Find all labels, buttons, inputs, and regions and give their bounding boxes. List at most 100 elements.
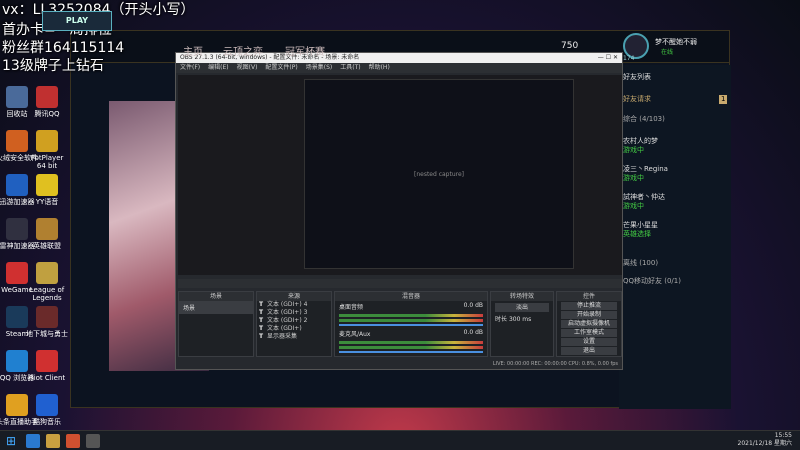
menu-item[interactable]: 编辑(E) <box>208 64 228 71</box>
friend-name: 試神者丶仲达 <box>623 193 665 201</box>
friend-group[interactable]: 综合 (4/103) <box>623 115 665 124</box>
duration-label: 时长 <box>495 316 508 323</box>
transitions-panel: 转场特效 淡出 时长 300 ms <box>490 291 554 357</box>
sources-title: 来源 <box>257 292 331 301</box>
channel-name: 麦克风/Aux <box>339 331 371 338</box>
friend-item[interactable]: 农村人的梦 游戏中 <box>623 137 658 155</box>
app-icon[interactable] <box>66 434 80 448</box>
app-icon <box>36 174 58 196</box>
friend-requests[interactable]: 好友请求 <box>623 95 651 104</box>
request-count-badge: 1 <box>719 95 728 104</box>
audio-meter <box>339 319 483 322</box>
app-icon[interactable] <box>26 434 40 448</box>
duration-value[interactable]: 300 ms <box>509 316 531 323</box>
sources-panel: 来源 文本 (GDI+) 4文本 (GDI+) 3文本 (GDI+) 2文本 (… <box>256 291 332 357</box>
offline-group[interactable]: 离线 (100) <box>623 259 658 268</box>
controls-panel: 控件 停止推流 开始录制 启动虚拟摄像机 工作室模式 设置 退出 <box>556 291 622 357</box>
friend-item[interactable]: 凌三丶Regina 游戏中 <box>623 165 668 183</box>
app-icon <box>6 394 28 416</box>
controls-title: 控件 <box>557 292 621 301</box>
desktop-icon-label: PotPlayer 64 bit <box>30 154 64 170</box>
obs-window: OBS 27.1.3 (64-bit, windows) - 配置文件: 未命名… <box>175 52 623 370</box>
volume-slider[interactable] <box>339 324 483 326</box>
obs-menu-bar: 文件(F) 编辑(E) 视图(V) 配置文件(P) 场景集(S) 工具(T) 帮助(H) <box>176 63 622 73</box>
channel-db: 0.0 dB <box>463 302 483 309</box>
menu-item[interactable]: 场景集(S) <box>306 64 333 71</box>
menu-item[interactable]: 文件(F) <box>180 64 200 71</box>
friends-header: 好友列表 <box>623 73 651 81</box>
app-icon <box>6 174 28 196</box>
desktop-icon-label: 英雄联盟 <box>33 242 61 250</box>
desktop-icon-label: 地下城与勇士 <box>26 330 68 338</box>
app-icon <box>6 306 28 328</box>
source-item[interactable]: 文本 (GDI+) 2 <box>257 317 331 325</box>
audio-meter <box>339 314 483 317</box>
desktop-icon[interactable]: YY语音 <box>26 174 68 206</box>
desktop-icon[interactable]: 腾讯QQ <box>26 86 68 118</box>
control-button[interactable]: 设置 <box>561 338 617 346</box>
app-icon <box>36 394 58 416</box>
control-button[interactable]: 启动虚拟摄像机 <box>561 320 617 328</box>
stream-text-4: 13级牌子上钻石 <box>2 58 104 74</box>
tab-home[interactable]: 主页 <box>183 43 203 58</box>
sources-list: 文本 (GDI+) 4文本 (GDI+) 3文本 (GDI+) 2文本 (GDI… <box>257 301 331 341</box>
stream-text-3: 粉丝群164115114 <box>2 40 125 56</box>
play-button[interactable]: PLAY <box>42 11 112 31</box>
channel-name: 桌面音频 <box>339 304 364 311</box>
currency-be: 750 <box>561 41 579 51</box>
menu-item[interactable]: 配置文件(P) <box>265 64 297 71</box>
desktop-icon-label: 回收站 <box>6 110 28 118</box>
friend-name: 农村人的梦 <box>623 137 658 145</box>
clock-time: 15:55 <box>774 432 792 439</box>
app-icon <box>36 306 58 328</box>
volume-slider[interactable] <box>339 351 483 353</box>
control-button[interactable]: 停止推流 <box>561 302 617 310</box>
transition-select[interactable]: 淡出 <box>495 303 549 312</box>
friend-name: 凌三丶Regina <box>623 165 668 173</box>
source-item[interactable]: 文本 (GDI+) 3 <box>257 309 331 317</box>
desktop-icon[interactable]: Riot Client <box>26 350 68 382</box>
app-icon <box>6 350 28 372</box>
desktop-icon-label: Steam <box>5 330 29 338</box>
control-button[interactable]: 开始录制 <box>561 311 617 319</box>
desktop-icon-label: 腾讯QQ <box>34 110 60 118</box>
control-button[interactable]: 工作室模式 <box>561 329 617 337</box>
qq-mobile-group[interactable]: QQ移动好友 (0/1) <box>623 277 681 286</box>
menu-item[interactable]: 帮助(H) <box>369 64 390 71</box>
start-windows-icon[interactable]: ⊞ <box>4 434 18 448</box>
friend-name: 芒果小星星 <box>623 221 658 229</box>
control-button[interactable]: 退出 <box>561 347 617 355</box>
friend-item[interactable]: 試神者丶仲达 游戏中 <box>623 193 665 211</box>
controls-buttons: 停止推流 开始录制 启动虚拟摄像机 工作室模式 设置 退出 <box>557 302 621 355</box>
folder-icon[interactable] <box>46 434 60 448</box>
mixer-title: 混音器 <box>335 292 487 301</box>
mixer-panel: 混音器 桌面音频 0.0 dB 麦克风/Aux 0.0 dB <box>334 291 488 357</box>
online-status: 在线 <box>661 49 674 56</box>
app-icon <box>6 86 28 108</box>
source-item[interactable]: 文本 (GDI+) 4 <box>257 301 331 309</box>
obs-preview: [nested capture] <box>178 75 622 275</box>
menu-item[interactable]: 视图(V) <box>237 64 258 71</box>
desktop-icon[interactable]: PotPlayer 64 bit <box>26 130 68 170</box>
friend-status: 游戏中 <box>623 202 644 210</box>
obs-status-bar: LIVE: 00:00:00 REC: 00:00:00 CPU: 0.8%, … <box>492 361 618 367</box>
tab-tft[interactable]: 云顶之弈 <box>223 43 263 58</box>
window-controls-icon[interactable]: — ☐ ✕ <box>598 53 618 63</box>
desktop-icon[interactable]: League of Legends <box>26 262 68 302</box>
desktop-icon[interactable]: 地下城与勇士 <box>26 306 68 338</box>
app-icon <box>36 86 58 108</box>
friend-status: 游戏中 <box>623 146 644 154</box>
menu-item[interactable]: 工具(T) <box>340 64 360 71</box>
friend-item[interactable]: 芒果小星星 英雄选择 <box>623 221 658 239</box>
app-icon <box>6 130 28 152</box>
obs-title: OBS 27.1.3 (64-bit, windows) - 配置文件: 未命名… <box>180 54 360 61</box>
taskbar: ⊞ 15:55 2021/12/18 星期六 <box>0 430 800 450</box>
desktop-icon[interactable]: 酷狗音乐 <box>26 394 68 426</box>
source-item[interactable]: 文本 (GDI+) <box>257 325 331 333</box>
desktop-icon[interactable]: 英雄联盟 <box>26 218 68 250</box>
source-item[interactable]: 显示器采集 <box>257 333 331 341</box>
tab-clash[interactable]: 冠军杯赛 <box>285 43 325 58</box>
obs-icon[interactable] <box>86 434 100 448</box>
desktop-icon-label: Riot Client <box>28 374 66 382</box>
scene-item[interactable]: 场景 <box>179 301 253 314</box>
